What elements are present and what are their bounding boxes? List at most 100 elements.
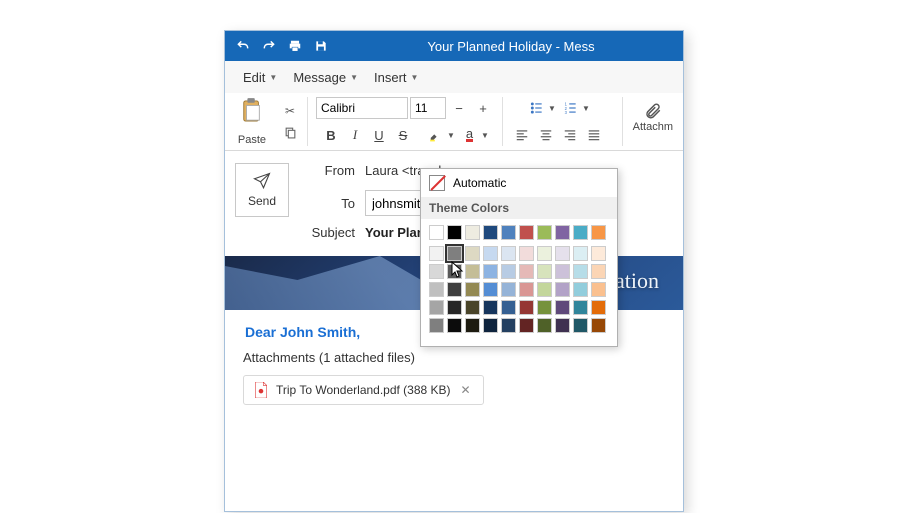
attachment-chip[interactable]: Trip To Wonderland.pdf (388 KB) ✕	[243, 375, 484, 405]
caret-icon[interactable]: ▼	[446, 124, 456, 146]
color-swatch[interactable]	[537, 282, 552, 297]
font-name-select[interactable]	[316, 97, 408, 119]
color-swatch[interactable]	[501, 246, 516, 261]
color-swatch[interactable]	[555, 225, 570, 240]
bullet-list-icon[interactable]	[525, 97, 547, 119]
caret-icon[interactable]: ▼	[547, 97, 557, 119]
color-swatch[interactable]	[591, 225, 606, 240]
color-swatch[interactable]	[429, 264, 444, 279]
color-swatch[interactable]	[429, 246, 444, 261]
color-swatch[interactable]	[465, 300, 480, 315]
color-swatch[interactable]	[465, 225, 480, 240]
color-swatch[interactable]	[465, 246, 480, 261]
color-swatch[interactable]	[519, 300, 534, 315]
color-swatch[interactable]	[519, 264, 534, 279]
attachment-group[interactable]: Attachm	[622, 97, 677, 146]
caret-icon[interactable]: ▼	[480, 124, 490, 146]
menu-insert[interactable]: Insert▼	[366, 66, 426, 89]
color-swatch[interactable]	[519, 246, 534, 261]
decrease-font-icon[interactable]: −	[448, 97, 470, 119]
color-swatch[interactable]	[573, 282, 588, 297]
color-swatch[interactable]	[483, 225, 498, 240]
color-swatch[interactable]	[537, 318, 552, 333]
print-icon[interactable]	[285, 36, 305, 56]
color-swatch[interactable]	[447, 318, 462, 333]
color-swatch[interactable]	[429, 318, 444, 333]
color-swatch[interactable]	[573, 225, 588, 240]
color-swatch[interactable]	[555, 300, 570, 315]
color-swatch[interactable]	[429, 225, 444, 240]
bold-button[interactable]: B	[320, 124, 342, 146]
highlight-icon[interactable]	[424, 124, 446, 146]
highlight-split[interactable]: ▼	[424, 124, 456, 146]
color-swatch[interactable]	[447, 264, 462, 279]
color-swatch[interactable]	[537, 246, 552, 261]
color-swatch[interactable]	[573, 246, 588, 261]
color-swatch[interactable]	[573, 300, 588, 315]
strike-button[interactable]: S	[392, 124, 414, 146]
color-swatch[interactable]	[447, 225, 462, 240]
color-swatch[interactable]	[447, 246, 462, 261]
bullet-list-split[interactable]: ▼	[525, 97, 557, 119]
color-swatch[interactable]	[519, 282, 534, 297]
color-swatch[interactable]	[591, 282, 606, 297]
color-swatch[interactable]	[483, 318, 498, 333]
number-list-icon[interactable]: 123	[559, 97, 581, 119]
color-swatch[interactable]	[555, 246, 570, 261]
color-swatch[interactable]	[591, 300, 606, 315]
underline-button[interactable]: U	[368, 124, 390, 146]
align-justify-icon[interactable]	[583, 124, 605, 146]
color-swatch[interactable]	[483, 246, 498, 261]
color-swatch[interactable]	[555, 264, 570, 279]
color-swatch[interactable]	[501, 300, 516, 315]
color-swatch[interactable]	[519, 225, 534, 240]
color-swatch[interactable]	[501, 225, 516, 240]
save-icon[interactable]	[311, 36, 331, 56]
paste-icon[interactable]	[240, 97, 264, 125]
number-list-split[interactable]: 123▼	[559, 97, 591, 119]
undo-icon[interactable]	[233, 36, 253, 56]
color-swatch[interactable]	[465, 264, 480, 279]
color-swatch[interactable]	[447, 300, 462, 315]
color-swatch[interactable]	[429, 282, 444, 297]
cut-icon[interactable]: ✂	[281, 102, 299, 120]
italic-button[interactable]: I	[344, 124, 366, 146]
color-swatch[interactable]	[429, 300, 444, 315]
color-swatch[interactable]	[573, 318, 588, 333]
color-swatch[interactable]	[501, 282, 516, 297]
color-swatch[interactable]	[591, 318, 606, 333]
color-swatch[interactable]	[555, 318, 570, 333]
color-swatch[interactable]	[591, 264, 606, 279]
color-swatch[interactable]	[537, 225, 552, 240]
color-swatch[interactable]	[555, 282, 570, 297]
font-color-split[interactable]: a▼	[458, 124, 490, 146]
redo-icon[interactable]	[259, 36, 279, 56]
menu-message[interactable]: Message▼	[285, 66, 366, 89]
send-button[interactable]: Send	[235, 163, 289, 217]
attachments-section: Attachments (1 attached files) Trip To W…	[225, 350, 683, 417]
align-center-icon[interactable]	[535, 124, 557, 146]
menu-edit[interactable]: Edit▼	[235, 66, 285, 89]
color-swatch[interactable]	[501, 318, 516, 333]
color-swatch[interactable]	[447, 282, 462, 297]
color-swatch[interactable]	[591, 246, 606, 261]
caret-icon[interactable]: ▼	[581, 97, 591, 119]
color-swatch[interactable]	[537, 264, 552, 279]
align-left-icon[interactable]	[511, 124, 533, 146]
align-right-icon[interactable]	[559, 124, 581, 146]
copy-icon[interactable]	[281, 124, 299, 142]
color-swatch[interactable]	[501, 264, 516, 279]
color-swatch[interactable]	[537, 300, 552, 315]
color-swatch[interactable]	[483, 264, 498, 279]
color-swatch[interactable]	[573, 264, 588, 279]
font-color-icon[interactable]: a	[458, 124, 480, 146]
remove-attachment-icon[interactable]: ✕	[459, 383, 473, 397]
font-size-select[interactable]	[410, 97, 446, 119]
color-swatch[interactable]	[483, 300, 498, 315]
color-swatch[interactable]	[519, 318, 534, 333]
color-swatch[interactable]	[483, 282, 498, 297]
color-swatch[interactable]	[465, 318, 480, 333]
automatic-color-row[interactable]: Automatic	[421, 169, 617, 197]
color-swatch[interactable]	[465, 282, 480, 297]
increase-font-icon[interactable]: +	[472, 97, 494, 119]
